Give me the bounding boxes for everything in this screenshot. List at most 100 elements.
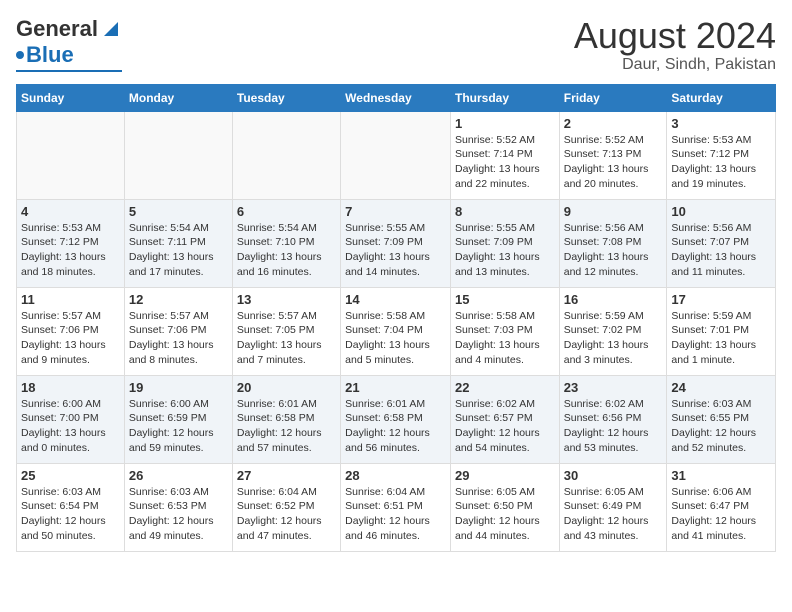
calendar-body: 1 Sunrise: 5:52 AM Sunset: 7:14 PM Daylig… <box>17 111 776 551</box>
weekday-header: Wednesday <box>341 84 451 111</box>
calendar-cell: 18 Sunrise: 6:00 AM Sunset: 7:00 PM Dayli… <box>17 375 125 463</box>
day-info: Sunrise: 5:55 AM Sunset: 7:09 PM Dayligh… <box>455 221 555 280</box>
day-info: Sunrise: 6:00 AM Sunset: 6:59 PM Dayligh… <box>129 397 228 456</box>
day-info: Sunrise: 6:01 AM Sunset: 6:58 PM Dayligh… <box>237 397 336 456</box>
calendar-table: SundayMondayTuesdayWednesdayThursdayFrid… <box>16 84 776 552</box>
day-number: 21 <box>345 380 446 395</box>
day-info: Sunrise: 6:02 AM Sunset: 6:56 PM Dayligh… <box>564 397 663 456</box>
day-info: Sunrise: 5:57 AM Sunset: 7:05 PM Dayligh… <box>237 309 336 368</box>
day-number: 4 <box>21 204 120 219</box>
logo-dot <box>16 51 24 59</box>
calendar-week-row: 25 Sunrise: 6:03 AM Sunset: 6:54 PM Dayli… <box>17 463 776 551</box>
day-info: Sunrise: 6:00 AM Sunset: 7:00 PM Dayligh… <box>21 397 120 456</box>
day-info: Sunrise: 5:58 AM Sunset: 7:03 PM Dayligh… <box>455 309 555 368</box>
day-number: 17 <box>671 292 771 307</box>
day-info: Sunrise: 5:59 AM Sunset: 7:02 PM Dayligh… <box>564 309 663 368</box>
calendar-cell <box>341 111 451 199</box>
day-number: 3 <box>671 116 771 131</box>
logo: General Blue <box>16 16 122 72</box>
weekday-header: Friday <box>559 84 667 111</box>
calendar-cell: 3 Sunrise: 5:53 AM Sunset: 7:12 PM Daylig… <box>667 111 776 199</box>
calendar-cell: 6Sunrise: 5:54 AM Sunset: 7:10 PM Daylig… <box>232 199 340 287</box>
title-block: August 2024 Daur, Sindh, Pakistan <box>574 16 776 74</box>
calendar-cell: 20 Sunrise: 6:01 AM Sunset: 6:58 PM Dayli… <box>232 375 340 463</box>
day-info: Sunrise: 6:01 AM Sunset: 6:58 PM Dayligh… <box>345 397 446 456</box>
calendar-cell: 11 Sunrise: 5:57 AM Sunset: 7:06 PM Dayli… <box>17 287 125 375</box>
weekday-header: Monday <box>124 84 232 111</box>
day-number: 18 <box>21 380 120 395</box>
calendar-cell: 21 Sunrise: 6:01 AM Sunset: 6:58 PM Dayli… <box>341 375 451 463</box>
calendar-cell: 7Sunrise: 5:55 AM Sunset: 7:09 PM Daylig… <box>341 199 451 287</box>
day-number: 10 <box>671 204 771 219</box>
day-info: Sunrise: 6:03 AM Sunset: 6:54 PM Dayligh… <box>21 485 120 544</box>
calendar-cell: 29Sunrise: 6:05 AM Sunset: 6:50 PM Dayli… <box>450 463 559 551</box>
calendar-cell: 10 Sunrise: 5:56 AM Sunset: 7:07 PM Dayli… <box>667 199 776 287</box>
calendar-cell: 30Sunrise: 6:05 AM Sunset: 6:49 PM Dayli… <box>559 463 667 551</box>
day-number: 7 <box>345 204 446 219</box>
day-info: Sunrise: 5:57 AM Sunset: 7:06 PM Dayligh… <box>21 309 120 368</box>
day-info: Sunrise: 5:59 AM Sunset: 7:01 PM Dayligh… <box>671 309 771 368</box>
day-number: 5 <box>129 204 228 219</box>
page-header: General Blue August 2024 Daur, Sindh, Pa… <box>16 16 776 74</box>
day-number: 25 <box>21 468 120 483</box>
day-number: 1 <box>455 116 555 131</box>
day-info: Sunrise: 6:03 AM Sunset: 6:53 PM Dayligh… <box>129 485 228 544</box>
calendar-cell: 25 Sunrise: 6:03 AM Sunset: 6:54 PM Dayli… <box>17 463 125 551</box>
logo-general: General <box>16 16 98 42</box>
weekday-header: Sunday <box>17 84 125 111</box>
day-info: Sunrise: 5:54 AM Sunset: 7:11 PM Dayligh… <box>129 221 228 280</box>
day-number: 23 <box>564 380 663 395</box>
day-number: 24 <box>671 380 771 395</box>
weekday-row: SundayMondayTuesdayWednesdayThursdayFrid… <box>17 84 776 111</box>
day-info: Sunrise: 6:04 AM Sunset: 6:52 PM Dayligh… <box>237 485 336 544</box>
calendar-cell: 22Sunrise: 6:02 AM Sunset: 6:57 PM Dayli… <box>450 375 559 463</box>
day-number: 22 <box>455 380 555 395</box>
day-number: 12 <box>129 292 228 307</box>
day-info: Sunrise: 6:05 AM Sunset: 6:49 PM Dayligh… <box>564 485 663 544</box>
day-number: 2 <box>564 116 663 131</box>
day-number: 31 <box>671 468 771 483</box>
subtitle: Daur, Sindh, Pakistan <box>574 56 776 74</box>
weekday-header: Thursday <box>450 84 559 111</box>
day-info: Sunrise: 5:52 AM Sunset: 7:13 PM Dayligh… <box>564 133 663 192</box>
calendar-cell <box>232 111 340 199</box>
day-number: 9 <box>564 204 663 219</box>
day-info: Sunrise: 5:53 AM Sunset: 7:12 PM Dayligh… <box>671 133 771 192</box>
calendar-cell: 5 Sunrise: 5:54 AM Sunset: 7:11 PM Daylig… <box>124 199 232 287</box>
calendar-header: SundayMondayTuesdayWednesdayThursdayFrid… <box>17 84 776 111</box>
calendar-cell: 14 Sunrise: 5:58 AM Sunset: 7:04 PM Dayli… <box>341 287 451 375</box>
calendar-cell: 4 Sunrise: 5:53 AM Sunset: 7:12 PM Daylig… <box>17 199 125 287</box>
day-info: Sunrise: 6:03 AM Sunset: 6:55 PM Dayligh… <box>671 397 771 456</box>
day-number: 11 <box>21 292 120 307</box>
calendar-cell <box>17 111 125 199</box>
day-info: Sunrise: 5:54 AM Sunset: 7:10 PM Dayligh… <box>237 221 336 280</box>
calendar-week-row: 18 Sunrise: 6:00 AM Sunset: 7:00 PM Dayli… <box>17 375 776 463</box>
calendar-cell: 12Sunrise: 5:57 AM Sunset: 7:06 PM Dayli… <box>124 287 232 375</box>
day-number: 26 <box>129 468 228 483</box>
day-number: 16 <box>564 292 663 307</box>
logo-blue: Blue <box>26 42 74 68</box>
main-title: August 2024 <box>574 16 776 56</box>
day-number: 14 <box>345 292 446 307</box>
calendar-cell: 1 Sunrise: 5:52 AM Sunset: 7:14 PM Daylig… <box>450 111 559 199</box>
calendar-cell: 31 Sunrise: 6:06 AM Sunset: 6:47 PM Dayli… <box>667 463 776 551</box>
calendar-cell: 8 Sunrise: 5:55 AM Sunset: 7:09 PM Daylig… <box>450 199 559 287</box>
day-info: Sunrise: 5:52 AM Sunset: 7:14 PM Dayligh… <box>455 133 555 192</box>
day-number: 28 <box>345 468 446 483</box>
calendar-week-row: 4 Sunrise: 5:53 AM Sunset: 7:12 PM Daylig… <box>17 199 776 287</box>
day-number: 20 <box>237 380 336 395</box>
day-number: 8 <box>455 204 555 219</box>
day-number: 19 <box>129 380 228 395</box>
calendar-cell: 17 Sunrise: 5:59 AM Sunset: 7:01 PM Dayli… <box>667 287 776 375</box>
day-info: Sunrise: 5:58 AM Sunset: 7:04 PM Dayligh… <box>345 309 446 368</box>
day-number: 29 <box>455 468 555 483</box>
calendar-cell: 28Sunrise: 6:04 AM Sunset: 6:51 PM Dayli… <box>341 463 451 551</box>
calendar-week-row: 11 Sunrise: 5:57 AM Sunset: 7:06 PM Dayli… <box>17 287 776 375</box>
day-number: 27 <box>237 468 336 483</box>
calendar-cell: 23 Sunrise: 6:02 AM Sunset: 6:56 PM Dayli… <box>559 375 667 463</box>
day-info: Sunrise: 5:56 AM Sunset: 7:07 PM Dayligh… <box>671 221 771 280</box>
day-info: Sunrise: 6:06 AM Sunset: 6:47 PM Dayligh… <box>671 485 771 544</box>
calendar-week-row: 1 Sunrise: 5:52 AM Sunset: 7:14 PM Daylig… <box>17 111 776 199</box>
calendar-cell: 26 Sunrise: 6:03 AM Sunset: 6:53 PM Dayli… <box>124 463 232 551</box>
day-info: Sunrise: 5:53 AM Sunset: 7:12 PM Dayligh… <box>21 221 120 280</box>
